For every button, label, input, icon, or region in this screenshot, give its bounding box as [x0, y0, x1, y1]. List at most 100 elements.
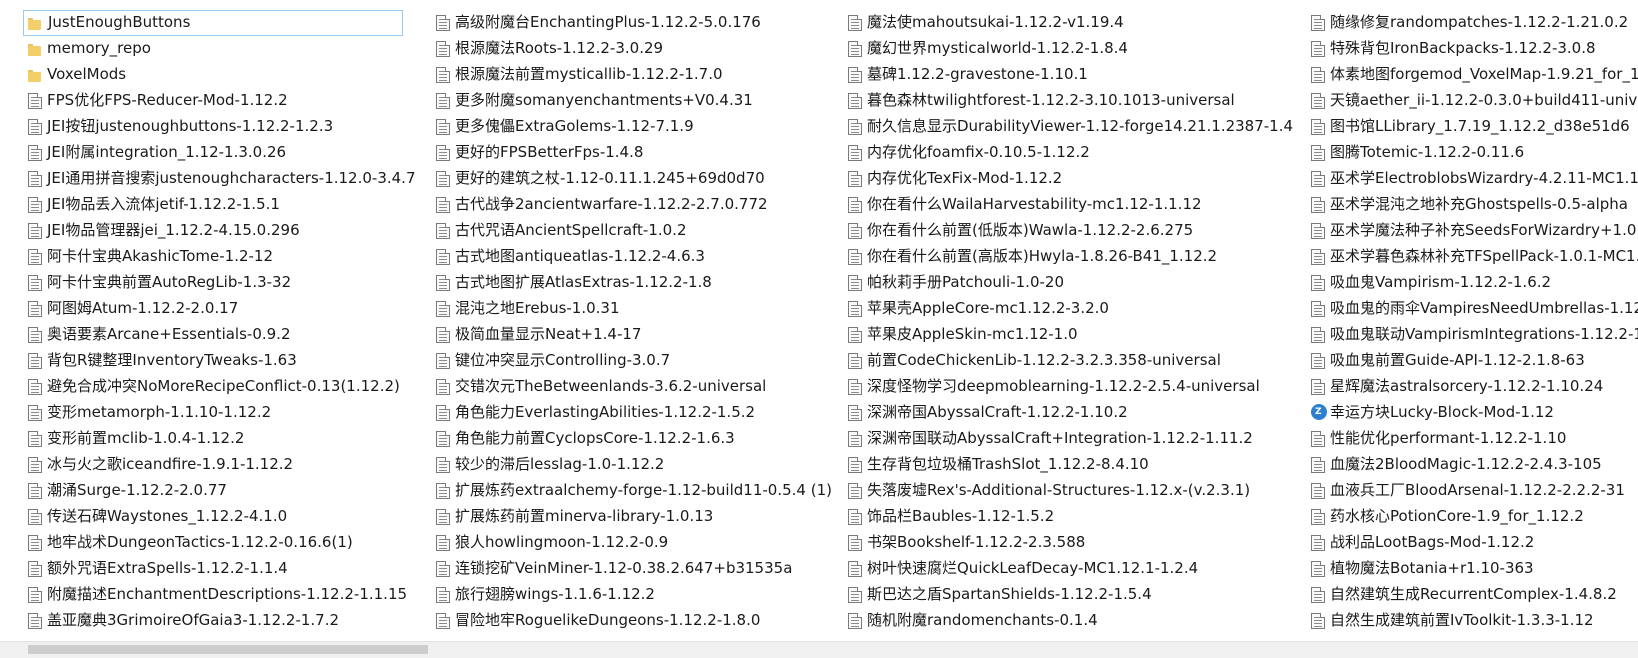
- file-item[interactable]: 角色能力前置CyclopsCore-1.12.2-1.6.3: [431, 426, 843, 452]
- file-item[interactable]: 古代咒语AncientSpellcraft-1.0.2: [431, 218, 843, 244]
- folder-item[interactable]: memory_repo: [23, 36, 403, 62]
- file-item[interactable]: JEI物品丢入流体jetif-1.12.2-1.5.1: [23, 192, 403, 218]
- file-item[interactable]: 扩展炼药前置minerva-library-1.0.13: [431, 504, 843, 530]
- file-item[interactable]: 饰品栏Baubles-1.12-1.5.2: [843, 504, 1313, 530]
- file-item[interactable]: 额外咒语ExtraSpells-1.12.2-1.1.4: [23, 556, 403, 582]
- file-name: 苹果皮AppleSkin-mc1.12-1.0: [867, 325, 1078, 343]
- file-item[interactable]: 幸运方块Lucky-Block-Mod-1.12: [1306, 400, 1638, 426]
- file-item[interactable]: 旅行翅膀wings-1.1.6-1.12.2: [431, 582, 843, 608]
- file-item[interactable]: 耐久信息显示DurabilityViewer-1.12-forge14.21.1…: [843, 114, 1313, 140]
- file-item[interactable]: 星辉魔法astralsorcery-1.12.2-1.10.24: [1306, 374, 1638, 400]
- file-item[interactable]: 自然生成建筑前置IvToolkit-1.3.3-1.12: [1306, 608, 1638, 634]
- file-item[interactable]: 角色能力EverlastingAbilities-1.12.2-1.5.2: [431, 400, 843, 426]
- file-item[interactable]: 巫术学ElectroblobsWizardry-4.2.11-MC1.12: [1306, 166, 1638, 192]
- file-item[interactable]: 狼人howlingmoon-1.12.2-0.9: [431, 530, 843, 556]
- file-item[interactable]: 深渊帝国联动AbyssalCraft+Integration-1.12.2-1.…: [843, 426, 1313, 452]
- file-item[interactable]: 苹果壳AppleCore-mc1.12.2-3.2.0: [843, 296, 1313, 322]
- file-item[interactable]: 暮色森林twilightforest-1.12.2-3.10.1013-univ…: [843, 88, 1313, 114]
- file-item[interactable]: 战利品LootBags-Mod-1.12.2: [1306, 530, 1638, 556]
- file-item[interactable]: JEI物品管理器jei_1.12.2-4.15.0.296: [23, 218, 403, 244]
- file-item[interactable]: 失落废墟Rex's-Additional-Structures-1.12.x-(…: [843, 478, 1313, 504]
- file-item[interactable]: 交错次元TheBetweenlands-3.6.2-universal: [431, 374, 843, 400]
- file-item[interactable]: FPS优化FPS-Reducer-Mod-1.12.2: [23, 88, 403, 114]
- file-item[interactable]: 阿卡什宝典前置AutoRegLib-1.3-32: [23, 270, 403, 296]
- scrollbar-thumb[interactable]: [28, 645, 428, 654]
- file-item[interactable]: 冒险地牢RoguelikeDungeons-1.12.2-1.8.0: [431, 608, 843, 634]
- file-item[interactable]: 图腾Totemic-1.12.2-0.11.6: [1306, 140, 1638, 166]
- file-item[interactable]: 药水核心PotionCore-1.9_for_1.12.2: [1306, 504, 1638, 530]
- file-item[interactable]: 附魔描述EnchantmentDescriptions-1.12.2-1.1.1…: [23, 582, 407, 608]
- file-item[interactable]: 巫术学混沌之地补充Ghostspells-0.5-alpha: [1306, 192, 1638, 218]
- file-item[interactable]: 根源魔法前置mysticallib-1.12.2-1.7.0: [431, 62, 843, 88]
- file-item[interactable]: 生存背包垃圾桶TrashSlot_1.12.2-8.4.10: [843, 452, 1313, 478]
- file-item[interactable]: 根源魔法Roots-1.12.2-3.0.29: [431, 36, 843, 62]
- file-item[interactable]: 性能优化performant-1.12.2-1.10: [1306, 426, 1638, 452]
- file-item[interactable]: 你在看什么前置(低版本)Wawla-1.12.2-2.6.275: [843, 218, 1313, 244]
- file-item[interactable]: 书架Bookshelf-1.12.2-2.3.588: [843, 530, 1313, 556]
- file-item[interactable]: 吸血鬼联动VampirismIntegrations-1.12.2-1.: [1306, 322, 1638, 348]
- file-item[interactable]: 传送石碑Waystones_1.12.2-4.1.0: [23, 504, 403, 530]
- file-item[interactable]: 阿图姆Atum-1.12.2-2.0.17: [23, 296, 403, 322]
- file-item[interactable]: 古代战争2ancientwarfare-1.12.2-2.7.0.772: [431, 192, 843, 218]
- file-item[interactable]: 前置CodeChickenLib-1.12.2-3.2.3.358-univer…: [843, 348, 1313, 374]
- file-item[interactable]: 苹果皮AppleSkin-mc1.12-1.0: [843, 322, 1313, 348]
- folder-item[interactable]: JustEnoughButtons: [23, 10, 403, 36]
- file-item[interactable]: 内存优化foamfix-0.10.5-1.12.2: [843, 140, 1313, 166]
- file-item[interactable]: JEI按钮justenoughbuttons-1.12.2-1.2.3: [23, 114, 403, 140]
- file-item[interactable]: 奥语要素Arcane+Essentials-0.9.2: [23, 322, 403, 348]
- file-item[interactable]: 高级附魔台EnchantingPlus-1.12.2-5.0.176: [431, 10, 843, 36]
- file-item[interactable]: 吸血鬼Vampirism-1.12.2-1.6.2: [1306, 270, 1638, 296]
- file-item[interactable]: 自然建筑生成RecurrentComplex-1.4.8.2: [1306, 582, 1638, 608]
- file-item[interactable]: 吸血鬼的雨伞VampiresNeedUmbrellas-1.12.: [1306, 296, 1638, 322]
- file-item[interactable]: 更多傀儡ExtraGolems-1.12-7.1.9: [431, 114, 843, 140]
- file-item[interactable]: 你在看什么前置(高版本)Hwyla-1.8.26-B41_1.12.2: [843, 244, 1313, 270]
- file-item[interactable]: 随缘修复randompatches-1.12.2-1.21.0.2: [1306, 10, 1638, 36]
- file-item[interactable]: 深度怪物学习deepmoblearning-1.12.2-2.5.4-unive…: [843, 374, 1313, 400]
- horizontal-scrollbar[interactable]: [0, 641, 1638, 658]
- file-item[interactable]: 混沌之地Erebus-1.0.31: [431, 296, 843, 322]
- file-item[interactable]: 植物魔法Botania+r1.10-363: [1306, 556, 1638, 582]
- file-item[interactable]: 古式地图扩展AtlasExtras-1.12.2-1.8: [431, 270, 843, 296]
- file-item[interactable]: 潮涌Surge-1.12.2-2.0.77: [23, 478, 403, 504]
- file-item[interactable]: 连锁挖矿VeinMiner-1.12-0.38.2.647+b31535a: [431, 556, 843, 582]
- file-item[interactable]: 冰与火之歌iceandfire-1.9.1-1.12.2: [23, 452, 403, 478]
- file-item[interactable]: 巫术学魔法种子补充SeedsForWizardry+1.0+: [1306, 218, 1638, 244]
- file-item[interactable]: 斯巴达之盾SpartanShields-1.12.2-1.5.4: [843, 582, 1313, 608]
- file-item[interactable]: 树叶快速腐烂QuickLeafDecay-MC1.12.1-1.2.4: [843, 556, 1313, 582]
- file-item[interactable]: 更好的建筑之杖-1.12-0.11.1.245+69d0d70: [431, 166, 843, 192]
- file-item[interactable]: 血液兵工厂BloodArsenal-1.12.2-2.2.2-31: [1306, 478, 1638, 504]
- file-item[interactable]: 魔法使mahoutsukai-1.12.2-v1.19.4: [843, 10, 1313, 36]
- file-item[interactable]: 你在看什么WailaHarvestability-mc1.12-1.1.12: [843, 192, 1313, 218]
- folder-item[interactable]: VoxelMods: [23, 62, 403, 88]
- file-item[interactable]: 更多附魔somanyenchantments+V0.4.31: [431, 88, 843, 114]
- file-item[interactable]: 随机附魔randomenchants-0.1.4: [843, 608, 1313, 634]
- file-item[interactable]: 更好的FPSBetterFps-1.4.8: [431, 140, 843, 166]
- file-item[interactable]: 天镜aether_ii-1.12.2-0.3.0+build411-univer…: [1306, 88, 1638, 114]
- file-item[interactable]: 巫术学暮色森林补充TFSpellPack-1.0.1-MC1.1: [1306, 244, 1638, 270]
- file-item[interactable]: 血魔法2BloodMagic-1.12.2-2.4.3-105: [1306, 452, 1638, 478]
- file-item[interactable]: 吸血鬼前置Guide-API-1.12-2.1.8-63: [1306, 348, 1638, 374]
- file-item[interactable]: 阿卡什宝典AkashicTome-1.2-12: [23, 244, 403, 270]
- file-item[interactable]: 深渊帝国AbyssalCraft-1.12.2-1.10.2: [843, 400, 1313, 426]
- file-item[interactable]: JEI附属integration_1.12-1.3.0.26: [23, 140, 403, 166]
- file-item[interactable]: 特殊背包IronBackpacks-1.12.2-3.0.8: [1306, 36, 1638, 62]
- file-item[interactable]: 体素地图forgemod_VoxelMap-1.9.21_for_1.: [1306, 62, 1638, 88]
- file-item[interactable]: 较少的滞后lesslag-1.0-1.12.2: [431, 452, 843, 478]
- file-item[interactable]: 图书馆LLibrary_1.7.19_1.12.2_d38e51d6: [1306, 114, 1638, 140]
- file-item[interactable]: 古式地图antiqueatlas-1.12.2-4.6.3: [431, 244, 843, 270]
- file-item[interactable]: 扩展炼药extraalchemy-forge-1.12-build11-0.5.…: [431, 478, 843, 504]
- file-item[interactable]: 变形metamorph-1.1.10-1.12.2: [23, 400, 403, 426]
- file-item[interactable]: 变形前置mclib-1.0.4-1.12.2: [23, 426, 403, 452]
- file-item[interactable]: 键位冲突显示Controlling-3.0.7: [431, 348, 843, 374]
- file-item[interactable]: 帕秋莉手册Patchouli-1.0-20: [843, 270, 1313, 296]
- file-item[interactable]: JEI通用拼音搜索justenoughcharacters-1.12.0-3.4…: [23, 166, 416, 192]
- file-item[interactable]: 背包R键整理InventoryTweaks-1.63: [23, 348, 403, 374]
- file-item[interactable]: 盖亚魔典3GrimoireOfGaia3-1.12.2-1.7.2: [23, 608, 403, 634]
- file-item[interactable]: 内存优化TexFix-Mod-1.12.2: [843, 166, 1313, 192]
- jar-file-icon: [436, 379, 450, 395]
- file-item[interactable]: 墓碑1.12.2-gravestone-1.10.1: [843, 62, 1313, 88]
- file-item[interactable]: 极简血量显示Neat+1.4-17: [431, 322, 843, 348]
- file-item[interactable]: 魔幻世界mysticalworld-1.12.2-1.8.4: [843, 36, 1313, 62]
- file-item[interactable]: 避免合成冲突NoMoreRecipeConflict-0.13(1.12.2): [23, 374, 403, 400]
- file-item[interactable]: 地牢战术DungeonTactics-1.12.2-0.16.6(1): [23, 530, 403, 556]
